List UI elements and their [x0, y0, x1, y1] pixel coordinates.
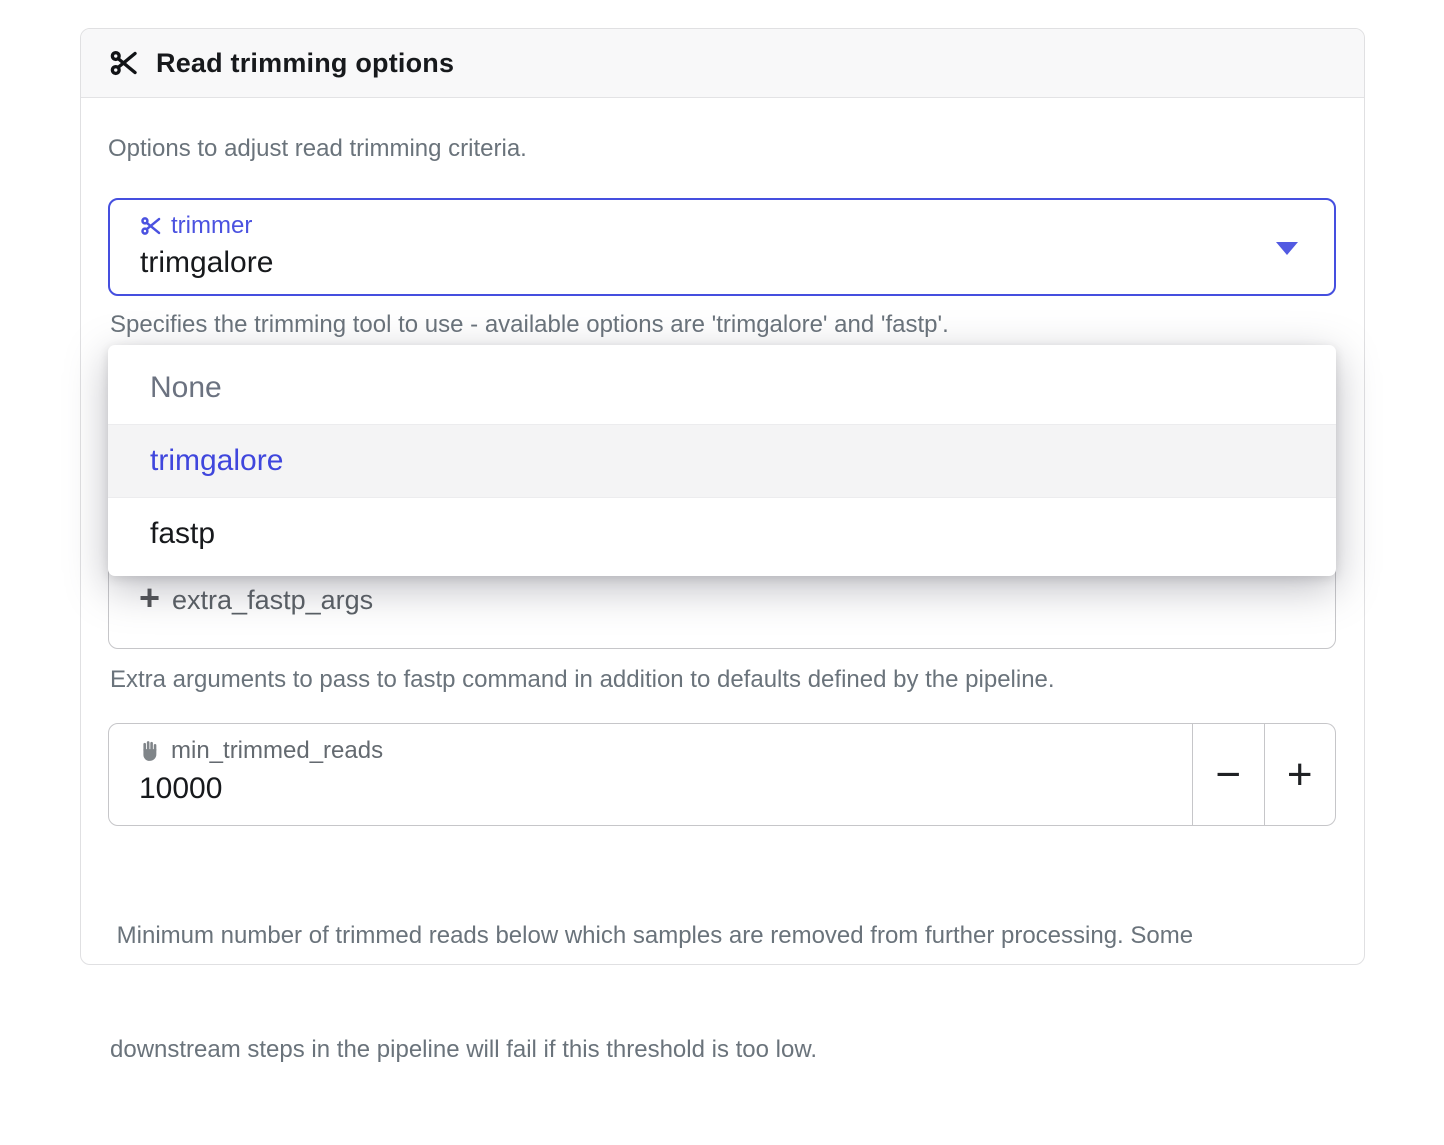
trimmer-help-text: Specifies the trimming tool to use - ava…	[110, 311, 949, 339]
increment-button[interactable]: +	[1265, 723, 1337, 826]
section-description: Options to adjust read trimming criteria…	[108, 135, 527, 163]
help-line-1: Minimum number of trimmed reads below wh…	[110, 917, 1210, 955]
trimmer-label-text: trimmer	[171, 212, 252, 240]
plus-icon: +	[139, 580, 160, 616]
decrement-button[interactable]: −	[1193, 723, 1265, 826]
extra-fastp-args-help-text: Extra arguments to pass to fastp command…	[110, 666, 1055, 694]
dropdown-option-fastp[interactable]: fastp	[108, 497, 1336, 570]
min-trimmed-reads-help-text: Minimum number of trimmed reads below wh…	[110, 841, 1210, 1145]
extra-fastp-args-label-text: extra_fastp_args	[172, 585, 373, 616]
trimmer-selected-value: trimgalore	[140, 246, 273, 280]
chevron-down-icon[interactable]	[1276, 242, 1298, 255]
min-trimmed-reads-label: min_trimmed_reads	[139, 737, 383, 765]
dropdown-option-trimgalore[interactable]: trimgalore	[108, 424, 1336, 497]
min-trimmed-reads-label-text: min_trimmed_reads	[171, 737, 383, 765]
read-trimming-options-card: Read trimming options Options to adjust …	[80, 28, 1365, 965]
trimmer-label: trimmer	[140, 212, 252, 240]
scissors-icon	[109, 48, 139, 78]
card-header: Read trimming options	[81, 29, 1364, 98]
trimmer-select-field[interactable]: trimmer trimgalore	[108, 198, 1336, 296]
trimmer-dropdown-menu: None trimgalore fastp	[108, 345, 1336, 576]
card-title: Read trimming options	[156, 48, 454, 79]
dropdown-option-none[interactable]: None	[108, 351, 1336, 424]
min-trimmed-reads-input[interactable]: min_trimmed_reads 10000	[108, 723, 1193, 826]
min-trimmed-reads-value: 10000	[139, 772, 222, 806]
min-trimmed-reads-group: min_trimmed_reads 10000 − +	[108, 723, 1336, 826]
extra-fastp-args-label: + extra_fastp_args	[139, 582, 373, 618]
help-line-2: downstream steps in the pipeline will fa…	[110, 1031, 1210, 1069]
hand-icon	[139, 740, 162, 763]
scissors-icon	[140, 215, 162, 237]
